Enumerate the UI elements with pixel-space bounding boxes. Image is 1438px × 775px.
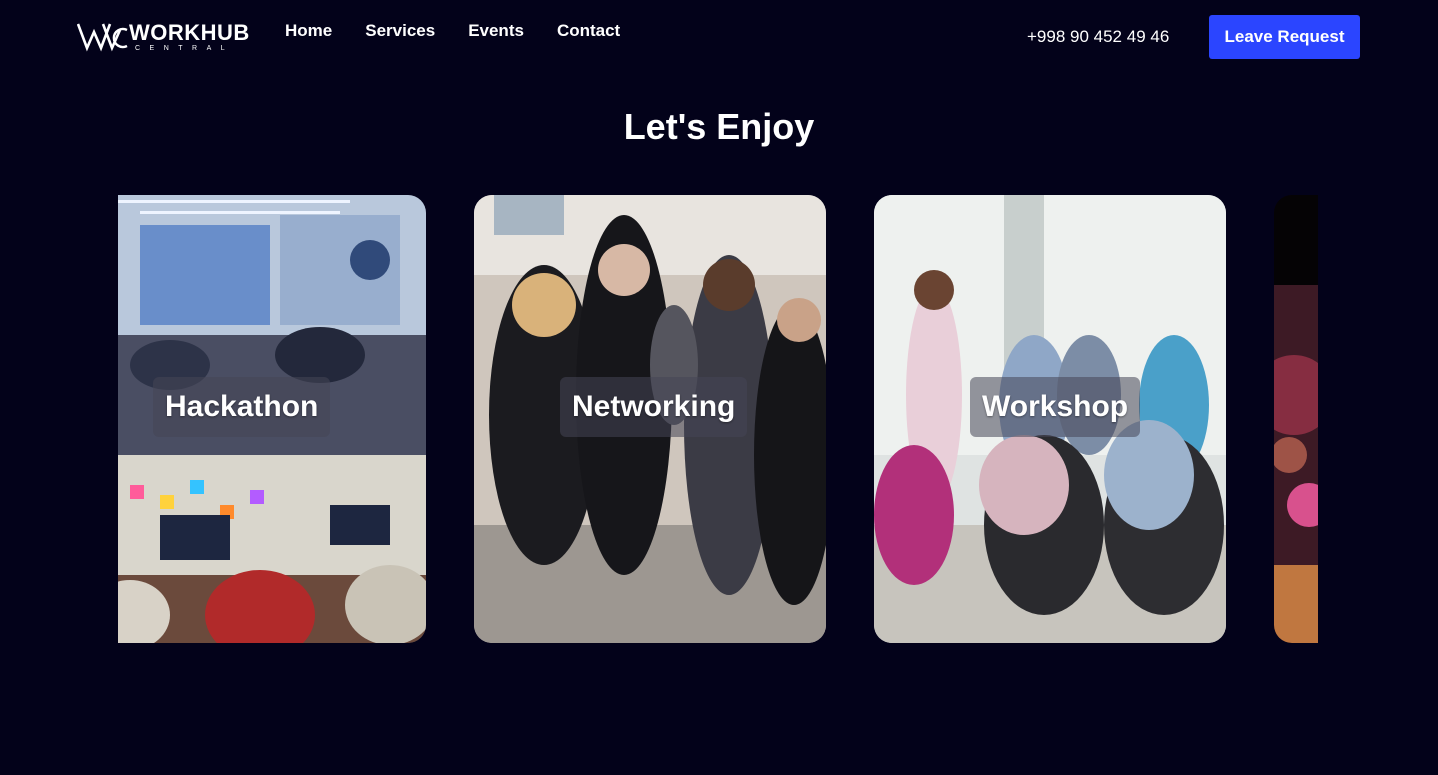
fireworks-photo [1274, 195, 1318, 643]
phone-number[interactable]: +998 90 452 49 46 [1027, 27, 1169, 47]
site-header: WORKHUB CENTRAL Home Services Events Con… [0, 0, 1438, 75]
event-card-workshop[interactable]: Workshop [874, 195, 1226, 643]
main-nav: Home Services Events Contact [285, 21, 653, 41]
event-card-label: Workshop [970, 377, 1141, 437]
events-carousel[interactable]: Hackathon Networking Workshop [118, 195, 1318, 643]
brand-logo[interactable]: WORKHUB CENTRAL [77, 20, 253, 54]
brand-name: WORKHUB [129, 20, 250, 45]
event-card-label: Networking [560, 377, 748, 437]
nav-home[interactable]: Home [285, 21, 332, 41]
nav-events[interactable]: Events [468, 21, 524, 41]
nav-services[interactable]: Services [365, 21, 435, 41]
brand-subtitle: CENTRAL [135, 45, 235, 52]
section-title: Let's Enjoy [623, 106, 815, 147]
event-card-fireworks[interactable] [1274, 195, 1318, 643]
event-card-networking[interactable]: Networking [474, 195, 826, 643]
event-card-label: Hackathon [153, 377, 331, 437]
wc-logo-icon [77, 23, 128, 52]
event-card-hackathon[interactable]: Hackathon [118, 195, 426, 643]
leave-request-button[interactable]: Leave Request [1209, 15, 1360, 59]
nav-contact[interactable]: Contact [557, 21, 620, 41]
